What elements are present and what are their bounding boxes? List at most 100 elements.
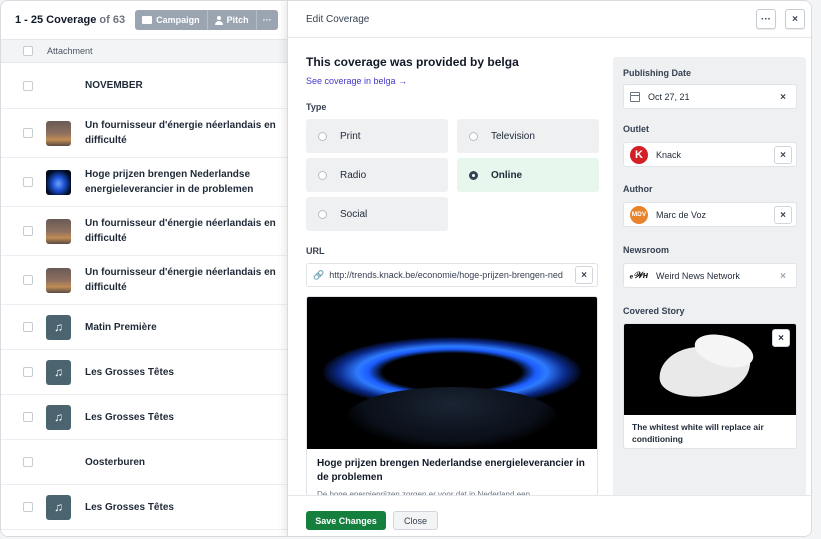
clear-icon: × — [780, 209, 786, 221]
author-initials: MDV — [631, 211, 647, 218]
close-label: Close — [403, 515, 427, 526]
newsroom-field[interactable]: ₑ𝒲ʜ Weird News Network × — [623, 263, 797, 288]
table-row[interactable]: Hoge prijzen brengen Nederlandse energie… — [1, 158, 291, 207]
pitch-label: Pitch — [226, 15, 249, 25]
type-label: Type — [306, 102, 327, 112]
campaign-button[interactable]: Campaign — [135, 10, 207, 30]
covered-story-label: Covered Story — [623, 306, 685, 316]
preview-image — [307, 297, 597, 449]
row-checkbox[interactable] — [23, 412, 33, 422]
row-checkbox[interactable] — [23, 128, 33, 138]
modal-footer: Save Changes Close — [288, 495, 811, 536]
row-checkbox[interactable] — [23, 275, 33, 285]
type-option-radio[interactable]: Radio — [306, 158, 448, 192]
type-option-label: Social — [340, 208, 368, 220]
table-row[interactable]: ♫ Les Grosses Têtes — [1, 485, 291, 530]
row-title: Hoge prijzen brengen Nederlandse energie… — [85, 169, 254, 195]
row-checkbox[interactable] — [23, 502, 33, 512]
story-remove-button[interactable]: × — [772, 329, 790, 347]
table-row[interactable]: ♫ Les Grosses Têtes — [1, 395, 291, 440]
publishing-date-field[interactable]: Oct 27, 21 × — [623, 84, 797, 109]
link-icon: 🔗 — [46, 73, 71, 98]
modal-close-button[interactable]: × — [785, 9, 805, 29]
covered-story-card[interactable]: × The whitest white will replace air con… — [623, 323, 797, 449]
outlet-field[interactable]: K Knack × — [623, 142, 797, 167]
row-title: Oosterburen — [85, 456, 146, 468]
row-checkbox[interactable] — [23, 226, 33, 236]
campaign-label: Campaign — [156, 15, 200, 25]
table-row[interactable]: Un fournisseur d'énergie néerlandais en … — [1, 256, 291, 305]
select-all-checkbox[interactable] — [23, 46, 33, 56]
save-changes-button[interactable]: Save Changes — [306, 511, 386, 530]
music-note-icon: ♫ — [46, 494, 71, 520]
url-clear-button[interactable]: × — [575, 266, 593, 284]
url-value: http://trends.knack.be/economie/hoge-pri… — [329, 270, 563, 280]
pitch-button[interactable]: Pitch — [206, 10, 256, 30]
modal-header: Edit Coverage ··· × — [288, 1, 811, 38]
more-icon: ··· — [262, 15, 272, 25]
row-title: Un fournisseur d'énergie néerlandais en … — [85, 218, 276, 244]
coverage-rows: 🔗 NOVEMBER Un fournisseur d'énergie néerla… — [1, 63, 291, 530]
type-option-social[interactable]: Social — [306, 197, 448, 231]
table-row[interactable]: ♫ Matin Première — [1, 305, 291, 350]
radio-icon — [469, 170, 478, 180]
outlet-clear[interactable]: × — [774, 146, 792, 164]
article-thumbnail — [46, 169, 71, 195]
coverage-list-panel: 1 - 25 Coverage of 63 Campaign Pitch ··· — [1, 1, 291, 536]
burner-base — [347, 387, 557, 447]
row-title: Matin Première — [85, 321, 157, 333]
close-button[interactable]: Close — [393, 511, 438, 530]
modal-more-button[interactable]: ··· — [756, 9, 776, 29]
clear-icon: × — [780, 270, 786, 282]
article-thumbnail — [46, 120, 71, 146]
type-option-label: Print — [340, 130, 361, 142]
link-icon: 🔗 — [46, 449, 71, 475]
table-row[interactable]: Un fournisseur d'énergie néerlandais en … — [1, 109, 291, 158]
newsroom-clear[interactable]: × — [774, 267, 792, 285]
more-actions-button[interactable]: ··· — [255, 10, 278, 30]
row-checkbox[interactable] — [23, 367, 33, 377]
calendar-icon — [630, 91, 640, 102]
row-checkbox[interactable] — [23, 177, 33, 187]
row-checkbox[interactable] — [23, 80, 33, 91]
preview-title: Hoge prijzen brengen Nederlandse energie… — [317, 458, 585, 483]
radio-icon — [318, 131, 327, 141]
link-preview-card[interactable]: Hoge prijzen brengen Nederlandse energie… — [306, 296, 598, 496]
table-row[interactable]: 🔗 Oosterburen — [1, 440, 291, 485]
music-note-icon: ♫ — [46, 359, 71, 385]
radio-icon — [318, 170, 327, 180]
type-option-print[interactable]: Print — [306, 119, 448, 153]
radio-icon — [469, 131, 478, 141]
newsroom-value: Weird News Network — [656, 270, 740, 281]
row-checkbox[interactable] — [23, 457, 33, 467]
save-label: Save Changes — [315, 515, 377, 526]
close-icon: × — [778, 332, 784, 344]
row-checkbox[interactable] — [23, 322, 33, 332]
knack-logo-letter: K — [635, 148, 643, 161]
url-input[interactable]: 🔗 http://trends.knack.be/economie/hoge-p… — [306, 263, 598, 287]
publishing-date-clear[interactable]: × — [774, 88, 792, 106]
close-icon: × — [792, 13, 798, 25]
row-title: Les Grosses Têtes — [85, 366, 174, 378]
music-note-icon: ♫ — [46, 404, 71, 430]
newsroom-label: Newsroom — [623, 245, 670, 255]
table-row[interactable]: 🔗 NOVEMBER — [1, 63, 291, 109]
type-option-television[interactable]: Television — [457, 119, 599, 153]
publishing-date-label: Publishing Date — [623, 68, 692, 78]
clear-icon: × — [780, 91, 786, 103]
author-field[interactable]: MDV Marc de Voz × — [623, 202, 797, 227]
table-row[interactable]: Un fournisseur d'énergie néerlandais en … — [1, 207, 291, 256]
edit-coverage-modal: Edit Coverage ··· × This coverage was pr… — [287, 1, 811, 536]
article-thumbnail — [46, 267, 71, 293]
type-option-online[interactable]: Online — [457, 158, 599, 192]
see-coverage-link[interactable]: See coverage in belga → — [306, 76, 407, 86]
outlet-label: Outlet — [623, 124, 649, 134]
type-option-label: Radio — [340, 169, 367, 181]
author-label: Author — [623, 184, 653, 194]
author-clear[interactable]: × — [774, 206, 792, 224]
music-note-icon: ♫ — [46, 314, 71, 340]
app-window: 1 - 25 Coverage of 63 Campaign Pitch ··· — [0, 0, 812, 537]
type-option-label: Online — [491, 169, 523, 181]
newsroom-logo-icon: ₑ𝒲ʜ — [630, 266, 648, 285]
table-row[interactable]: ♫ Les Grosses Têtes — [1, 350, 291, 395]
